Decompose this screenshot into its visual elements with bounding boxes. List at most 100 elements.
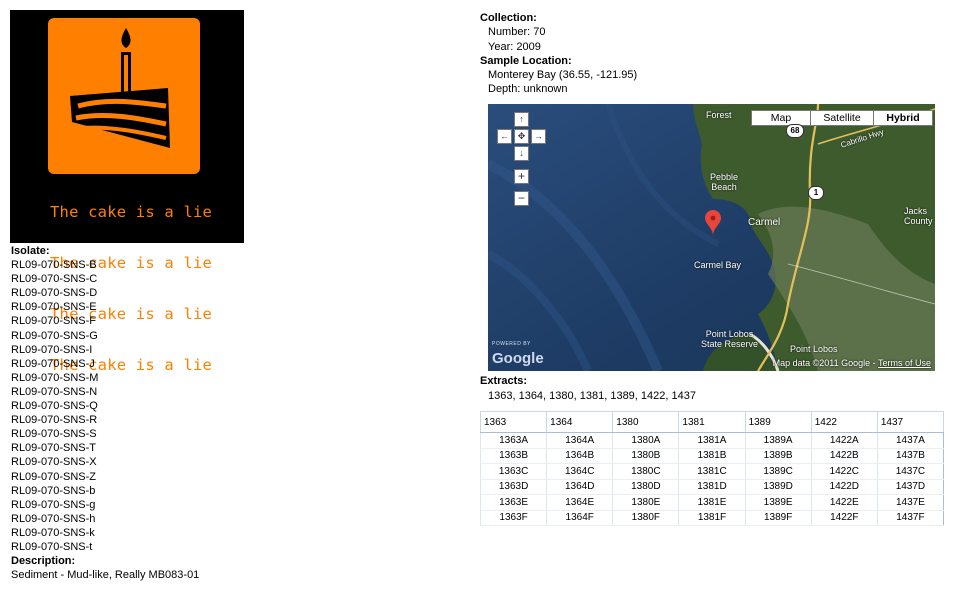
table-cell: 1380F (612, 510, 679, 526)
map-type-hybrid-button[interactable]: Hybrid (873, 110, 933, 126)
column-header[interactable]: 1363 (479, 411, 548, 433)
table-cell: 1380B (612, 448, 679, 464)
table-row: 1363F 1364F 1380F 1381F 1389F 1422F 1437… (479, 510, 944, 526)
table-cell: 1364F (546, 510, 613, 526)
isolate-item: RL09-070-SNS-I (11, 343, 93, 356)
table-cell: 1422E (810, 494, 878, 511)
table-cell: 1437D (876, 479, 944, 495)
isolate-item: RL09-070-SNS-G (11, 329, 98, 342)
isolate-item: RL09-070-SNS-R (11, 414, 98, 427)
column-header[interactable]: 1422 (810, 411, 878, 433)
table-cell: 1364A (546, 432, 613, 449)
table-row: 1363A 1364A 1380A 1381A 1389A 1422A 1437… (479, 432, 944, 449)
isolate-list: RL09-070-SNS-B RL09-070-SNS-C RL09-070-S… (11, 258, 199, 554)
table-cell: 1380D (612, 479, 679, 495)
terms-of-use-link[interactable]: Terms of Use (878, 358, 931, 368)
table-cell: 1389F (744, 510, 812, 526)
map-type-satellite-button[interactable]: Satellite (810, 110, 874, 126)
table-cell: 1363B (479, 448, 547, 464)
table-cell: 1363C (479, 463, 547, 480)
column-header[interactable]: 1437 (876, 411, 945, 433)
extracts-list: 1363, 1364, 1380, 1381, 1389, 1422, 1437 (488, 389, 696, 402)
isolate-item: RL09-070-SNS-B (11, 259, 97, 272)
extracts-section: Extracts: 1363, 1364, 1380, 1381, 1389, … (480, 374, 696, 403)
map-copyright: Map data ©2011 Google - Terms of Use (773, 358, 931, 368)
isolate-item: RL09-070-SNS-Z (11, 470, 96, 483)
table-cell: 1380C (612, 463, 679, 480)
sample-depth: Depth: unknown (488, 83, 568, 96)
collection-section: Collection: Number: 70 Year: 2009 Sample… (480, 11, 637, 97)
table-cell: 1381F (678, 510, 746, 526)
table-cell: 1389B (744, 448, 812, 464)
isolate-item: RL09-070-SNS-M (11, 371, 99, 384)
table-cell: 1363F (479, 510, 547, 526)
table-row: 1363C 1364C 1380C 1381C 1389C 1422C 1437… (479, 463, 944, 480)
google-logo: Google (492, 350, 544, 367)
isolate-item: RL09-070-SNS-C (11, 273, 98, 286)
place-label: Point Lobos (790, 344, 838, 354)
place-label: Jacks County (904, 206, 933, 226)
table-cell: 1364C (546, 463, 613, 480)
extracts-label: Extracts: (480, 375, 528, 387)
pan-right-button[interactable]: → (531, 129, 546, 144)
collection-label: Collection: (480, 12, 537, 24)
table-cell: 1380A (612, 432, 679, 449)
isolate-item: RL09-070-SNS-T (11, 442, 96, 455)
place-label: Point Lobos State Reserve (701, 329, 759, 349)
table-cell: 1389C (744, 463, 812, 480)
place-label: Carmel (748, 217, 781, 228)
table-cell: 1437A (876, 432, 944, 449)
table-cell: 1422D (810, 479, 878, 495)
table-cell: 1422F (810, 510, 878, 526)
column-header[interactable]: 1381 (678, 411, 746, 433)
table-cell: 1364B (546, 448, 613, 464)
column-header[interactable]: 1389 (744, 411, 812, 433)
logo-caption-line: The cake is a lie (50, 203, 213, 221)
zoom-in-button[interactable]: + (514, 169, 529, 184)
map-type-controls: Map Satellite Hybrid (751, 110, 933, 126)
column-header[interactable]: 1380 (612, 411, 680, 433)
location-pin-icon[interactable] (705, 210, 721, 236)
isolate-item: RL09-070-SNS-h (11, 512, 96, 525)
sample-location-label: Sample Location: (480, 54, 572, 67)
pan-center-button[interactable]: ✥ (514, 129, 529, 144)
isolate-item: RL09-070-SNS-J (11, 357, 95, 370)
table-row: 1363D 1364D 1380D 1381D 1389D 1422D 1437… (479, 479, 944, 495)
table-cell: 1381B (678, 448, 746, 464)
collection-year: Year: 2009 (488, 40, 541, 53)
table-cell: 1380E (612, 494, 679, 511)
isolate-item: RL09-070-SNS-b (11, 484, 96, 497)
logo-orange-panel (48, 18, 200, 174)
copyright-text: Map data ©2011 Google - (772, 358, 878, 368)
place-label: Carmel Bay (694, 260, 742, 270)
isolate-item: RL09-070-SNS-S (11, 428, 97, 441)
table-cell: 1364E (546, 494, 613, 511)
table-cell: 1437E (876, 494, 944, 511)
table-cell: 1364D (546, 479, 613, 495)
map-type-map-button[interactable]: Map (751, 110, 811, 126)
route-shield: 68 (786, 124, 804, 138)
table-cell: 1389D (744, 479, 812, 495)
isolate-item: RL09-070-SNS-D (11, 287, 98, 300)
pan-up-button[interactable]: ↑ (514, 112, 529, 127)
table-cell: 1437C (876, 463, 944, 480)
isolate-item: RL09-070-SNS-E (11, 301, 97, 314)
table-cell: 1422A (810, 432, 878, 449)
place-label: Pebble Beach (710, 172, 739, 192)
table-cell: 1437F (876, 510, 944, 526)
sample-location-value: Monterey Bay (36.55, -121.95) (488, 69, 638, 82)
location-map[interactable]: Map Satellite Hybrid ↑ ← ✥ → ↓ + − 1 68 … (488, 104, 935, 371)
table-cell: 1422C (810, 463, 878, 480)
table-cell: 1381D (678, 479, 746, 495)
pan-down-button[interactable]: ↓ (514, 146, 529, 161)
table-cell: 1437B (876, 448, 944, 464)
route-shield: 1 (808, 186, 824, 200)
zoom-out-button[interactable]: − (514, 191, 529, 206)
collection-number: Number: 70 (488, 26, 546, 39)
table-cell: 1363D (479, 479, 547, 495)
place-label: Forest (706, 110, 732, 120)
column-header[interactable]: 1364 (546, 411, 614, 433)
isolate-item: RL09-070-SNS-t (11, 540, 93, 553)
pan-left-button[interactable]: ← (497, 129, 512, 144)
table-cell: 1389E (744, 494, 812, 511)
